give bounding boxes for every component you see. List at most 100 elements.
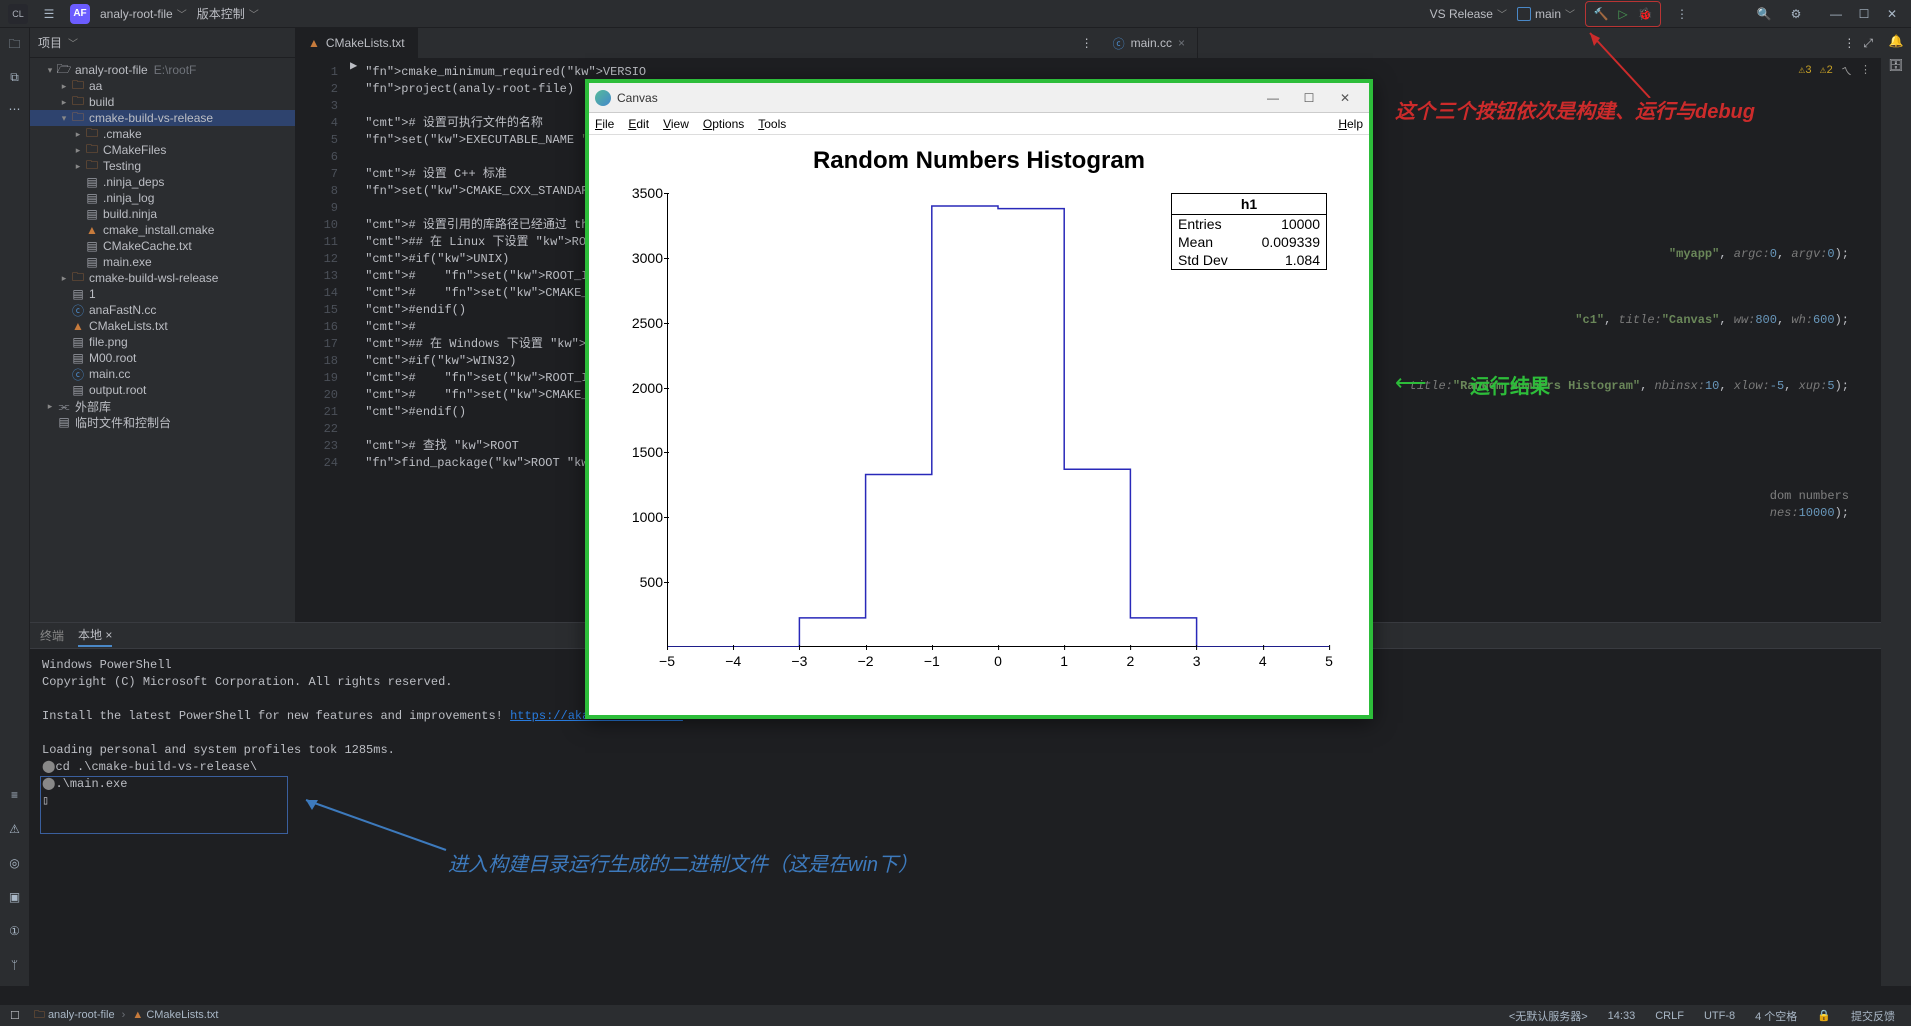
- lib-icon: ⫘: [56, 399, 72, 414]
- root-app-icon: [595, 90, 611, 106]
- plot-area: h1 Entries10000Mean0.009339Std Dev1.084 …: [619, 183, 1339, 683]
- panel-title: 项目: [38, 34, 62, 51]
- tree-row[interactable]: ▸🗀CMakeFiles: [30, 142, 295, 158]
- vcs-icon[interactable]: ᛘ: [4, 954, 26, 976]
- tab-main-cc[interactable]: ⓒ main.cc ×: [1101, 28, 1198, 58]
- tree-row[interactable]: ▤output.root: [30, 382, 295, 398]
- status-indent[interactable]: 4 个空格: [1749, 1008, 1803, 1024]
- cpp-icon: ⓒ: [1113, 35, 1125, 52]
- file-icon: ▤: [70, 383, 86, 397]
- tool1-icon[interactable]: ≡: [4, 784, 26, 806]
- tree-row[interactable]: ▲cmake_install.cmake: [30, 222, 295, 238]
- terminal-services-tab[interactable]: 终端: [40, 625, 64, 646]
- file-icon: ▤: [70, 335, 86, 349]
- tab-cmakelists[interactable]: ▲ CMakeLists.txt: [296, 28, 418, 58]
- search-icon[interactable]: 🔍: [1753, 3, 1775, 25]
- arrow-red: [1580, 28, 1660, 98]
- project-header: 项目 ﹀: [30, 28, 295, 58]
- terminal-icon[interactable]: ▣: [4, 886, 26, 908]
- tree-row[interactable]: ▤.ninja_deps: [30, 174, 295, 190]
- tree-row[interactable]: ▤build.ninja: [30, 206, 295, 222]
- deployment-server[interactable]: <无默认服务器>: [1503, 1008, 1594, 1024]
- tree-row[interactable]: ▤M00.root: [30, 350, 295, 366]
- tree-row[interactable]: ▸🗀cmake-build-wsl-release: [30, 270, 295, 286]
- tool-window-icon[interactable]: ☐: [10, 1009, 20, 1022]
- menu-help[interactable]: Help: [1338, 117, 1363, 131]
- chevron-down-icon: ﹀: [1497, 6, 1507, 21]
- todo-icon[interactable]: ①: [4, 920, 26, 942]
- folder-o-icon: 🗀: [84, 156, 100, 177]
- project-tree[interactable]: ▾🗁analy-root-fileE:\rootF▸🗀aa▸🗀build▾🗀cm…: [30, 58, 295, 434]
- close-icon[interactable]: ×: [1178, 36, 1185, 50]
- stat-box: h1 Entries10000Mean0.009339Std Dev1.084: [1171, 193, 1327, 270]
- feedback-link[interactable]: 提交反馈: [1845, 1008, 1901, 1024]
- maximize-icon[interactable]: ☐: [1853, 3, 1875, 25]
- tree-row[interactable]: ▤file.png: [30, 334, 295, 350]
- right-toolbar: 🔔 🗄: [1881, 28, 1911, 986]
- chevron-down-icon: ﹀: [177, 6, 187, 21]
- close-icon[interactable]: ✕: [1327, 91, 1363, 105]
- file-icon: ▤: [84, 239, 100, 253]
- menu-edit[interactable]: Edit: [628, 117, 649, 131]
- cmake-icon: ▲: [308, 36, 320, 50]
- menu-icon[interactable]: ☰: [38, 3, 60, 25]
- status-lineending[interactable]: CRLF: [1649, 1010, 1690, 1022]
- run-gutter-icon[interactable]: ▶: [350, 58, 357, 622]
- file-icon: ▤: [70, 351, 86, 365]
- more-icon[interactable]: ⋮: [1843, 36, 1855, 50]
- terminal-local-tab[interactable]: 本地 ×: [78, 624, 112, 647]
- minimize-icon[interactable]: —: [1255, 91, 1291, 105]
- problems-icon[interactable]: ⚠: [4, 818, 26, 840]
- notifications-icon[interactable]: 🔔: [1889, 34, 1904, 48]
- cmake-icon: ▲: [84, 223, 100, 237]
- more-icon[interactable]: ⋮: [1671, 3, 1693, 25]
- structure-tool-icon[interactable]: ⧉: [4, 66, 26, 88]
- tree-row[interactable]: ▤CMakeCache.txt: [30, 238, 295, 254]
- run-config-dropdown[interactable]: main﹀: [1517, 6, 1575, 21]
- tree-row[interactable]: ⓒmain.cc: [30, 366, 295, 382]
- plot-title: Random Numbers Histogram: [597, 147, 1361, 175]
- menu-options[interactable]: Options: [703, 117, 744, 131]
- close-icon[interactable]: ✕: [1881, 3, 1903, 25]
- gutter: 123456789101112131415161718192021222324: [296, 58, 350, 622]
- cpp-icon: ⓒ: [70, 366, 86, 383]
- build-button[interactable]: 🔨: [1590, 3, 1612, 25]
- canvas-menubar: File Edit View Options Tools Help: [589, 113, 1369, 135]
- more-icon[interactable]: ⋯: [4, 98, 26, 120]
- menu-tools[interactable]: Tools: [758, 117, 786, 131]
- build-config-dropdown[interactable]: VS Release﹀: [1430, 6, 1507, 21]
- minimize-icon[interactable]: —: [1825, 3, 1847, 25]
- expand-icon[interactable]: ⤢: [1863, 36, 1873, 51]
- debug-button[interactable]: 🐞: [1634, 3, 1656, 25]
- avatar-icon[interactable]: AF: [70, 4, 90, 24]
- tree-row[interactable]: ▾🗀cmake-build-vs-release: [30, 110, 295, 126]
- tree-row[interactable]: ⓒanaFastN.cc: [30, 302, 295, 318]
- menu-view[interactable]: View: [663, 117, 689, 131]
- project-dropdown[interactable]: analy-root-file﹀: [100, 6, 187, 21]
- file-icon: ▤: [84, 255, 100, 269]
- topbar: CL ☰ AF analy-root-file﹀ 版本控制﹀ VS Releas…: [0, 0, 1911, 28]
- settings-icon[interactable]: ⚙: [1785, 3, 1807, 25]
- status-encoding[interactable]: UTF-8: [1698, 1010, 1741, 1022]
- tree-row[interactable]: ▸⫘外部库: [30, 398, 295, 414]
- target-icon: [1517, 7, 1531, 21]
- tree-row[interactable]: ▸🗀Testing: [30, 158, 295, 174]
- file-icon: ▤: [84, 191, 100, 205]
- tree-row[interactable]: ▤1: [30, 286, 295, 302]
- maximize-icon[interactable]: ☐: [1291, 91, 1327, 105]
- tree-row[interactable]: ▤.ninja_log: [30, 190, 295, 206]
- chevron-down-icon[interactable]: ﹀: [68, 35, 78, 50]
- tree-row[interactable]: ▲CMakeLists.txt: [30, 318, 295, 334]
- menu-file[interactable]: File: [595, 117, 614, 131]
- more-icon[interactable]: ⋮: [1081, 36, 1093, 50]
- canvas-titlebar[interactable]: Canvas — ☐ ✕: [589, 83, 1369, 113]
- readonly-icon[interactable]: 🔒: [1811, 1009, 1837, 1022]
- services-icon[interactable]: ◎: [4, 852, 26, 874]
- stat-name: h1: [1172, 194, 1326, 215]
- project-tool-icon[interactable]: 🗀: [4, 34, 26, 56]
- database-icon[interactable]: 🗄: [1888, 58, 1903, 72]
- breadcrumb[interactable]: 🗀 analy-root-file › ▲ CMakeLists.txt: [28, 1006, 225, 1025]
- vcs-dropdown[interactable]: 版本控制﹀: [197, 5, 259, 22]
- run-button[interactable]: ▷: [1612, 3, 1634, 25]
- tree-row[interactable]: ▤临时文件和控制台: [30, 414, 295, 430]
